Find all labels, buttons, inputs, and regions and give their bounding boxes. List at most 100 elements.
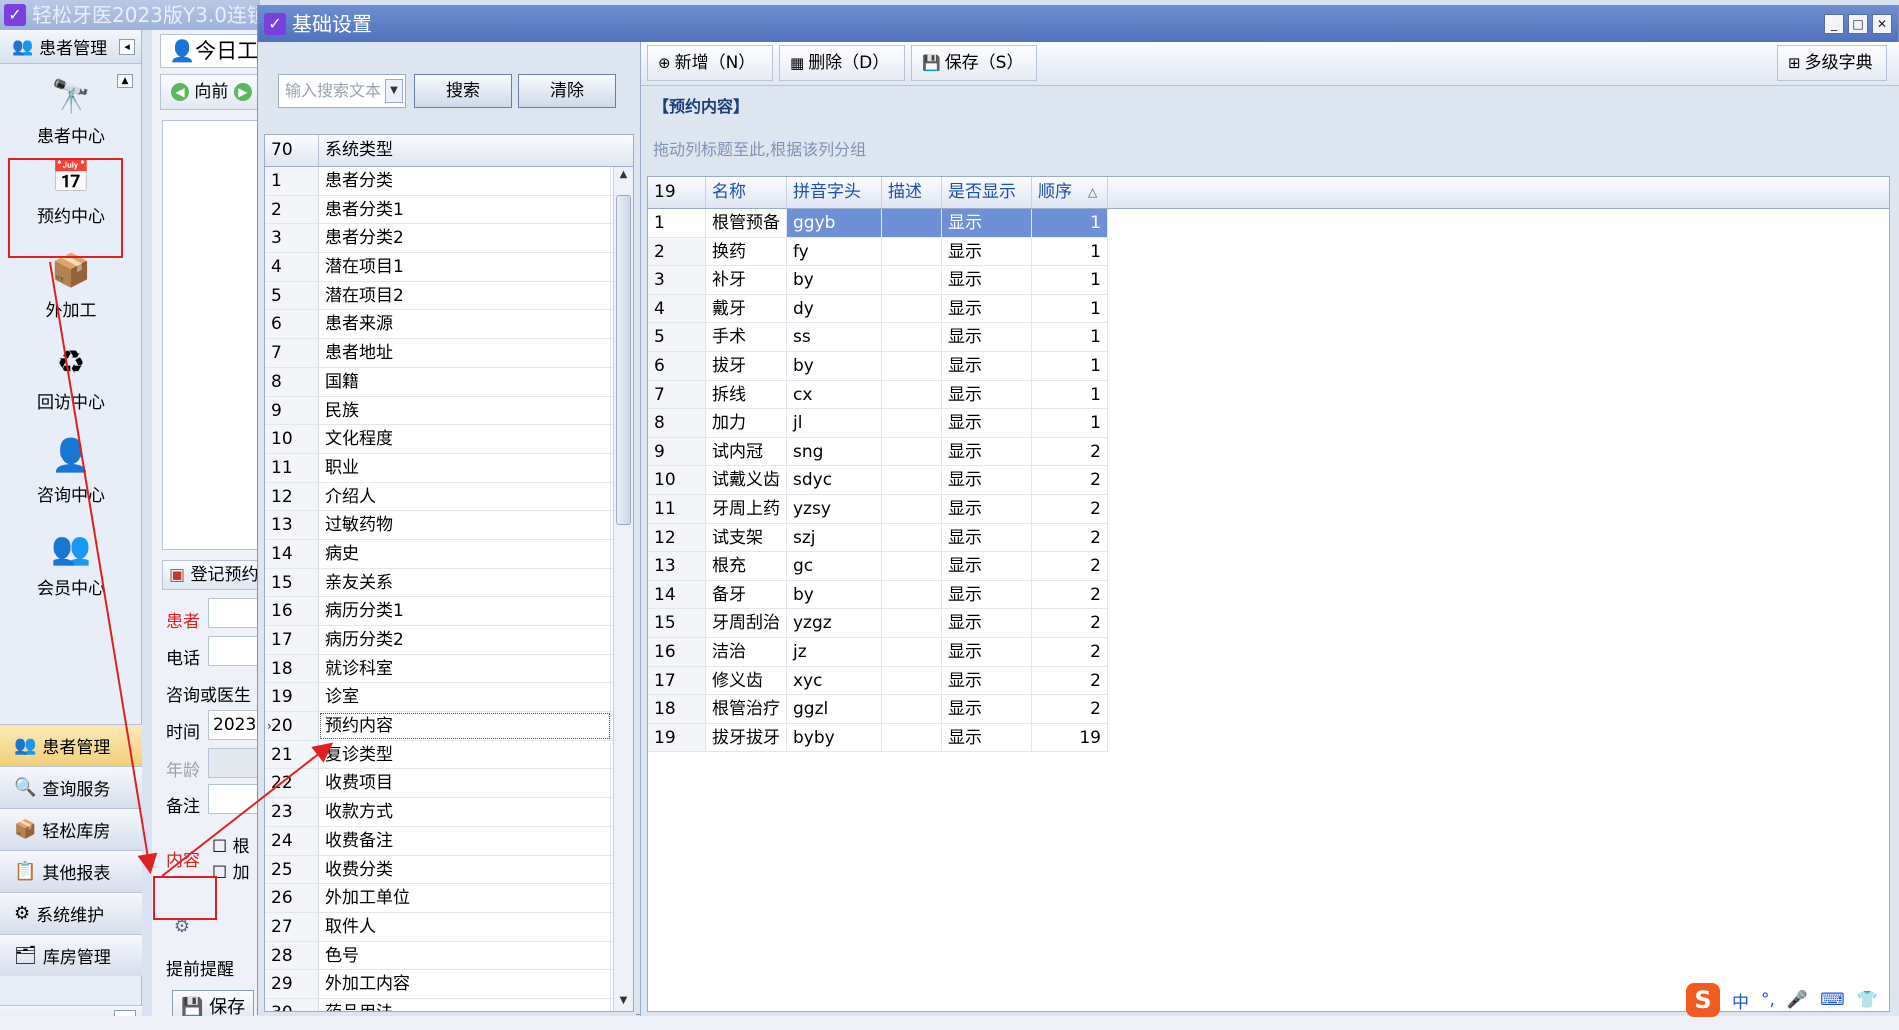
description[interactable] xyxy=(882,638,942,666)
display-flag[interactable]: 显示 xyxy=(942,666,1032,695)
dictionary-row[interactable]: 4 戴牙 dy 显示 1 xyxy=(648,294,1108,324)
item-name[interactable]: 试内冠 xyxy=(706,437,787,466)
display-flag[interactable]: 显示 xyxy=(942,209,1032,237)
item-name[interactable]: 洁治 xyxy=(706,638,787,666)
search-button[interactable]: 搜索 xyxy=(414,74,512,108)
sort-order[interactable]: 2 xyxy=(1032,437,1108,466)
type-row[interactable]: 6 患者来源 xyxy=(265,310,633,340)
sort-order[interactable]: 2 xyxy=(1032,695,1108,723)
pinyin[interactable]: xyc xyxy=(787,666,882,695)
dictionary-row[interactable]: 13 根充 gc 显示 2 xyxy=(648,552,1108,581)
item-name[interactable]: 试支架 xyxy=(706,523,787,552)
type-row[interactable]: 21 复诊类型 xyxy=(265,740,633,770)
nav-item-consult-center[interactable]: 👤 咨询中心 xyxy=(0,435,142,506)
multi-dict-button[interactable]: ⊞ 多级字典 xyxy=(1777,45,1887,81)
type-row[interactable]: 17 病历分类2 xyxy=(265,626,633,655)
age-field[interactable] xyxy=(208,748,260,778)
pinyin[interactable]: szj xyxy=(787,523,882,552)
sort-order[interactable]: 1 xyxy=(1032,266,1108,294)
nav-item-followup-center[interactable]: ♻ 回访中心 xyxy=(0,342,142,413)
pinyin[interactable]: cx xyxy=(787,380,882,409)
display-flag[interactable]: 显示 xyxy=(942,523,1032,552)
item-name[interactable]: 备牙 xyxy=(706,580,787,609)
content-checkbox-2[interactable]: ☐ 加 xyxy=(212,858,250,883)
description[interactable] xyxy=(882,380,942,409)
pinyin[interactable]: sdyc xyxy=(787,466,882,494)
column-header-type[interactable]: 系统类型 xyxy=(319,135,611,166)
display-flag[interactable]: 显示 xyxy=(942,237,1032,266)
pinyin[interactable]: yzsy xyxy=(787,495,882,523)
type-row[interactable]: 9 民族 xyxy=(265,396,633,426)
sort-order[interactable]: 1 xyxy=(1032,237,1108,266)
display-flag[interactable]: 显示 xyxy=(942,609,1032,637)
dictionary-row[interactable]: 10 试戴义齿 sdyc 显示 2 xyxy=(648,466,1108,495)
display-flag[interactable]: 显示 xyxy=(942,580,1032,609)
pinyin[interactable]: yzgz xyxy=(787,609,882,637)
pinyin[interactable]: jl xyxy=(787,409,882,437)
type-row[interactable]: 28 色号 xyxy=(265,941,633,971)
dictionary-row[interactable]: 7 拆线 cx 显示 1 xyxy=(648,380,1108,410)
pinyin[interactable]: by xyxy=(787,266,882,294)
display-flag[interactable]: 显示 xyxy=(942,294,1032,323)
sort-order[interactable]: 1 xyxy=(1032,352,1108,380)
type-row[interactable]: 2 患者分类1 xyxy=(265,195,633,225)
chevron-down-icon[interactable]: ▼ xyxy=(385,79,403,103)
pinyin[interactable]: by xyxy=(787,580,882,609)
description[interactable] xyxy=(882,495,942,523)
item-name[interactable]: 试戴义齿 xyxy=(706,466,787,494)
type-row[interactable]: 30药品用法 xyxy=(265,998,633,1011)
sort-order[interactable]: 2 xyxy=(1032,580,1108,609)
display-flag[interactable]: 显示 xyxy=(942,409,1032,437)
description[interactable] xyxy=(882,209,942,237)
tab-today[interactable]: 👤今日工 xyxy=(160,34,260,68)
description[interactable] xyxy=(882,266,942,294)
forward-button[interactable]: ◀ 向前 ▶ xyxy=(160,74,260,110)
description[interactable] xyxy=(882,523,942,552)
type-row[interactable]: 13 过敏药物 xyxy=(265,511,633,540)
item-name[interactable]: 牙周上药 xyxy=(706,495,787,523)
description[interactable] xyxy=(882,580,942,609)
description[interactable] xyxy=(882,409,942,437)
dictionary-row[interactable]: 16 洁治 jz 显示 2 xyxy=(648,638,1108,667)
scroll-down-icon[interactable]: ▼ xyxy=(616,995,631,1011)
type-row[interactable]: 22 收费项目 xyxy=(265,769,633,799)
display-flag[interactable]: 显示 xyxy=(942,380,1032,409)
type-row[interactable]: 11 职业 xyxy=(265,453,633,483)
type-row[interactable]: 19 诊室 xyxy=(265,683,633,713)
item-name[interactable]: 换药 xyxy=(706,237,787,266)
sort-order[interactable]: 1 xyxy=(1032,323,1108,351)
item-name[interactable]: 拔牙拔牙 xyxy=(706,723,787,752)
sort-order[interactable]: 19 xyxy=(1032,723,1108,752)
type-row[interactable]: 27 取件人 xyxy=(265,912,633,942)
display-flag[interactable]: 显示 xyxy=(942,437,1032,466)
column-header-desc[interactable]: 描述 xyxy=(882,177,942,208)
dictionary-row[interactable]: 19 拔牙拔牙 byby 显示 19 xyxy=(648,723,1108,753)
display-flag[interactable]: 显示 xyxy=(942,495,1032,523)
type-row[interactable]: 16 病历分类1 xyxy=(265,597,633,626)
sort-order[interactable]: 1 xyxy=(1032,294,1108,323)
description[interactable] xyxy=(882,466,942,494)
keyboard-icon[interactable]: ⌨ xyxy=(1820,990,1845,1010)
description[interactable] xyxy=(882,323,942,351)
ime-lang[interactable]: 中 xyxy=(1732,988,1749,1013)
type-row[interactable]: 1 患者分类 xyxy=(265,167,633,196)
item-name[interactable]: 根充 xyxy=(706,552,787,580)
clear-button[interactable]: 清除 xyxy=(518,74,616,108)
column-header-order[interactable]: 顺序 △ xyxy=(1032,177,1108,208)
new-button[interactable]: ⊕ 新增（N） xyxy=(647,45,773,81)
column-header-name[interactable]: 名称 xyxy=(706,177,787,208)
type-row[interactable]: 18 就诊科室 xyxy=(265,654,633,684)
description[interactable] xyxy=(882,237,942,266)
sort-order[interactable]: 1 xyxy=(1032,409,1108,437)
display-flag[interactable]: 显示 xyxy=(942,323,1032,351)
time-field[interactable]: 2023 xyxy=(208,710,260,740)
type-row[interactable]: 15 亲友关系 xyxy=(265,568,633,598)
sort-order[interactable]: 1 xyxy=(1032,209,1108,237)
phone-field[interactable] xyxy=(208,636,260,666)
section-warehouse-management[interactable]: 🗂 库房管理 xyxy=(0,934,142,976)
description[interactable] xyxy=(882,723,942,752)
item-name[interactable]: 手术 xyxy=(706,323,787,351)
description[interactable] xyxy=(882,352,942,380)
type-row[interactable]: 10 文化程度 xyxy=(265,425,633,454)
search-input[interactable]: 输入搜索文本 ▼ xyxy=(278,74,406,108)
